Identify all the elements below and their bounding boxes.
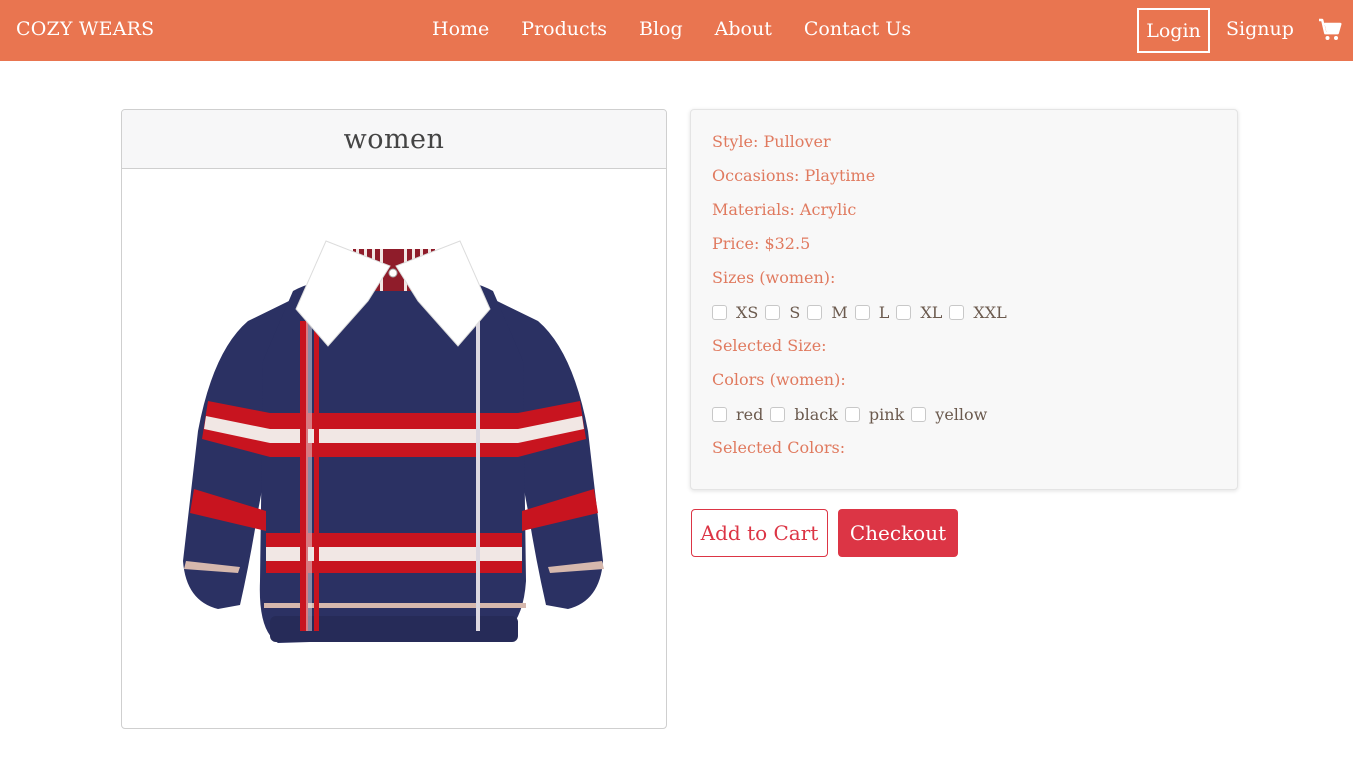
product-materials: Materials: Acrylic (712, 200, 857, 219)
product-category-title: women (343, 123, 445, 155)
size-s-label: S (789, 303, 801, 322)
size-m-label: M (831, 303, 848, 322)
nav-blog[interactable]: Blog (639, 18, 683, 40)
size-l-label: L (878, 303, 890, 322)
login-button[interactable]: Login (1137, 8, 1210, 53)
color-yellow-checkbox[interactable] (911, 407, 927, 422)
size-options: XS S M L XL XXL (712, 303, 1014, 322)
size-xxl-label: XXL (973, 303, 1007, 322)
colors-heading: Colors (women): (712, 370, 846, 389)
nav-products[interactable]: Products (521, 18, 607, 40)
checkout-button[interactable]: Checkout (838, 509, 958, 557)
product-occasions: Occasions: Playtime (712, 166, 876, 185)
product-card-header: women (122, 110, 666, 169)
size-s-checkbox[interactable] (765, 305, 781, 320)
color-black-label: black (794, 405, 838, 424)
color-black-checkbox[interactable] (770, 407, 786, 422)
size-xl-label: XL (920, 303, 943, 322)
selected-colors: Selected Colors: (712, 438, 846, 457)
product-style: Style: Pullover (712, 132, 831, 151)
color-red-label: red (736, 405, 764, 424)
nav-links: Home Products Blog About Contact Us (432, 18, 943, 40)
size-xs-checkbox[interactable] (712, 305, 727, 320)
color-pink-label: pink (868, 405, 905, 424)
product-details-card: Style: Pullover Occasions: Playtime Mate… (690, 109, 1238, 490)
color-yellow-label: yellow (935, 405, 988, 424)
size-xxl-checkbox[interactable] (949, 305, 965, 320)
nav-about[interactable]: About (715, 18, 772, 40)
product-image-area (122, 169, 666, 728)
color-options: red black pink yellow (712, 405, 994, 424)
signup-link[interactable]: Signup (1226, 18, 1294, 40)
size-xl-checkbox[interactable] (896, 305, 912, 320)
selected-size: Selected Size: (712, 336, 827, 355)
product-price: Price: $32.5 (712, 234, 811, 253)
color-pink-checkbox[interactable] (844, 407, 860, 422)
shopping-cart-icon[interactable] (1318, 18, 1342, 42)
brand-logo[interactable]: COZY WEARS (16, 18, 154, 40)
size-xs-label: XS (736, 303, 759, 322)
nav-home[interactable]: Home (432, 18, 489, 40)
product-image-card: women (121, 109, 667, 729)
size-m-checkbox[interactable] (807, 305, 823, 320)
navbar: COZY WEARS Home Products Blog About Cont… (0, 0, 1353, 61)
size-l-checkbox[interactable] (854, 305, 870, 320)
product-image-sweater (183, 240, 604, 643)
add-to-cart-button[interactable]: Add to Cart (691, 509, 828, 557)
nav-contact-us[interactable]: Contact Us (804, 18, 911, 40)
color-red-checkbox[interactable] (712, 407, 727, 422)
sizes-heading: Sizes (women): (712, 268, 836, 287)
